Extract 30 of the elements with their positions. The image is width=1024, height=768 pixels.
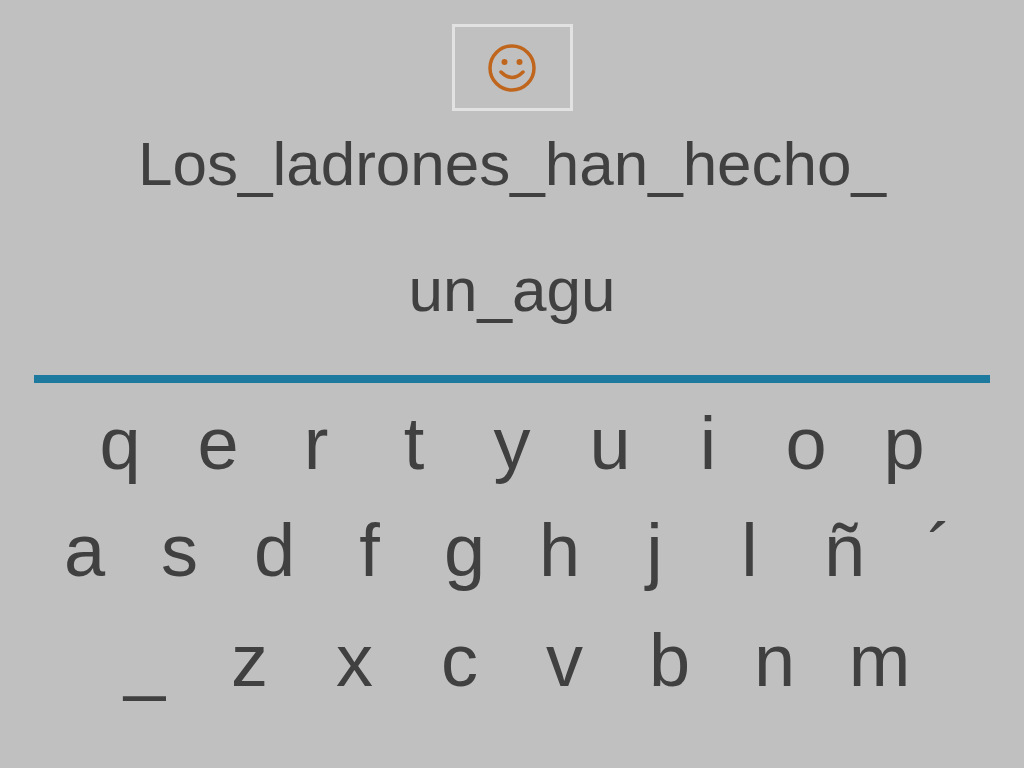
key[interactable]: y <box>463 391 561 496</box>
key[interactable]: p <box>855 391 953 496</box>
key[interactable]: n <box>722 606 827 716</box>
key[interactable]: h <box>512 496 607 606</box>
key[interactable]: s <box>132 496 227 606</box>
smiley-icon <box>487 42 537 93</box>
key[interactable]: d <box>227 496 322 606</box>
key[interactable]: r <box>267 391 365 496</box>
key[interactable]: e <box>169 391 267 496</box>
key[interactable]: l <box>702 496 797 606</box>
key[interactable]: ´ <box>892 496 987 606</box>
key[interactable]: j <box>607 496 702 606</box>
key[interactable]: m <box>827 606 932 716</box>
key[interactable]: z <box>197 606 302 716</box>
key[interactable]: a <box>37 496 132 606</box>
sentence-text: un_agu <box>408 257 616 323</box>
key[interactable]: x <box>302 606 407 716</box>
key[interactable]: u <box>561 391 659 496</box>
key[interactable]: i <box>659 391 757 496</box>
key[interactable]: _ <box>92 606 197 716</box>
key[interactable]: q <box>71 391 169 496</box>
key[interactable]: f <box>322 496 417 606</box>
key[interactable]: t <box>365 391 463 496</box>
key[interactable]: c <box>407 606 512 716</box>
key[interactable]: b <box>617 606 722 716</box>
key[interactable]: ñ <box>797 496 892 606</box>
key[interactable]: o <box>757 391 855 496</box>
key[interactable]: v <box>512 606 617 716</box>
key[interactable]: g <box>417 496 512 606</box>
sentence-text: Los_ladrones_han_hecho_ <box>137 131 887 197</box>
